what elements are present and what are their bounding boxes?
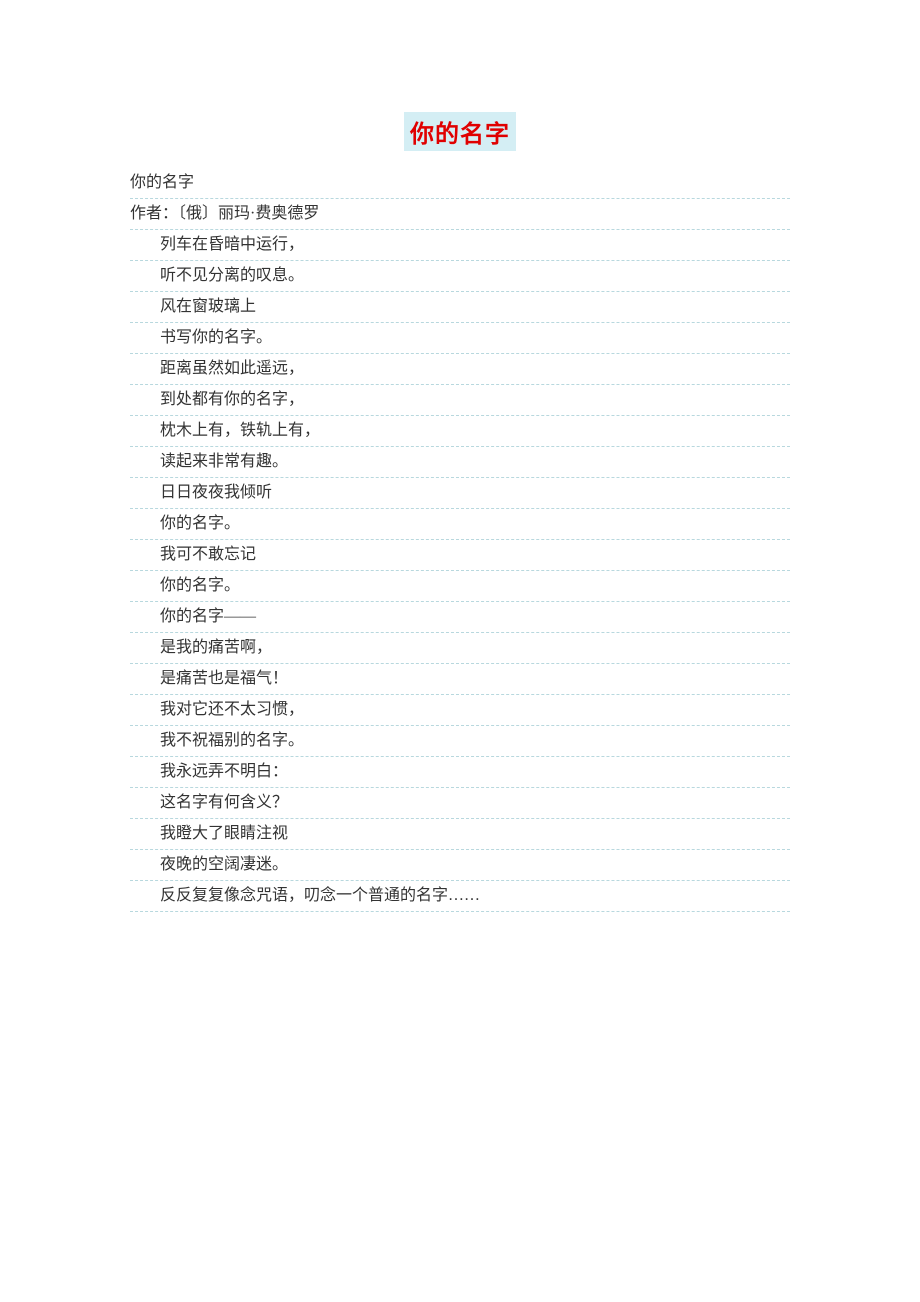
poem-line: 日日夜夜我倾听 [130, 479, 790, 509]
poem-line: 是我的痛苦啊， [130, 634, 790, 664]
poem-line: 书写你的名字。 [130, 324, 790, 354]
title-container: 你的名字 [130, 112, 790, 151]
poem-line: 枕木上有，铁轨上有， [130, 417, 790, 447]
poem-line: 风在窗玻璃上 [130, 293, 790, 323]
poem-line: 听不见分离的叹息。 [130, 262, 790, 292]
poem-line: 我瞪大了眼睛注视 [130, 820, 790, 850]
poem-line: 反反复复像念咒语，叨念一个普通的名字…… [130, 882, 790, 912]
poem-line: 你的名字。 [130, 510, 790, 540]
poem-line: 距离虽然如此遥远， [130, 355, 790, 385]
poem-subtitle: 你的名字 [130, 169, 790, 199]
poem-line: 我永远弄不明白： [130, 758, 790, 788]
poem-author: 作者：〔俄〕丽玛·费奥德罗 [130, 200, 790, 230]
poem-line: 读起来非常有趣。 [130, 448, 790, 478]
poem-line: 这名字有何含义？ [130, 789, 790, 819]
poem-body: 列车在昏暗中运行，听不见分离的叹息。风在窗玻璃上书写你的名字。距离虽然如此遥远，… [130, 231, 790, 912]
poem-line: 你的名字。 [130, 572, 790, 602]
poem-line: 我对它还不太习惯， [130, 696, 790, 726]
poem-line: 夜晚的空阔凄迷。 [130, 851, 790, 881]
page-title: 你的名字 [404, 112, 516, 151]
poem-line: 列车在昏暗中运行， [130, 231, 790, 261]
poem-line: 是痛苦也是福气！ [130, 665, 790, 695]
poem-line: 你的名字—— [130, 603, 790, 633]
poem-line: 我不祝福别的名字。 [130, 727, 790, 757]
poem-line: 到处都有你的名字， [130, 386, 790, 416]
poem-line: 我可不敢忘记 [130, 541, 790, 571]
